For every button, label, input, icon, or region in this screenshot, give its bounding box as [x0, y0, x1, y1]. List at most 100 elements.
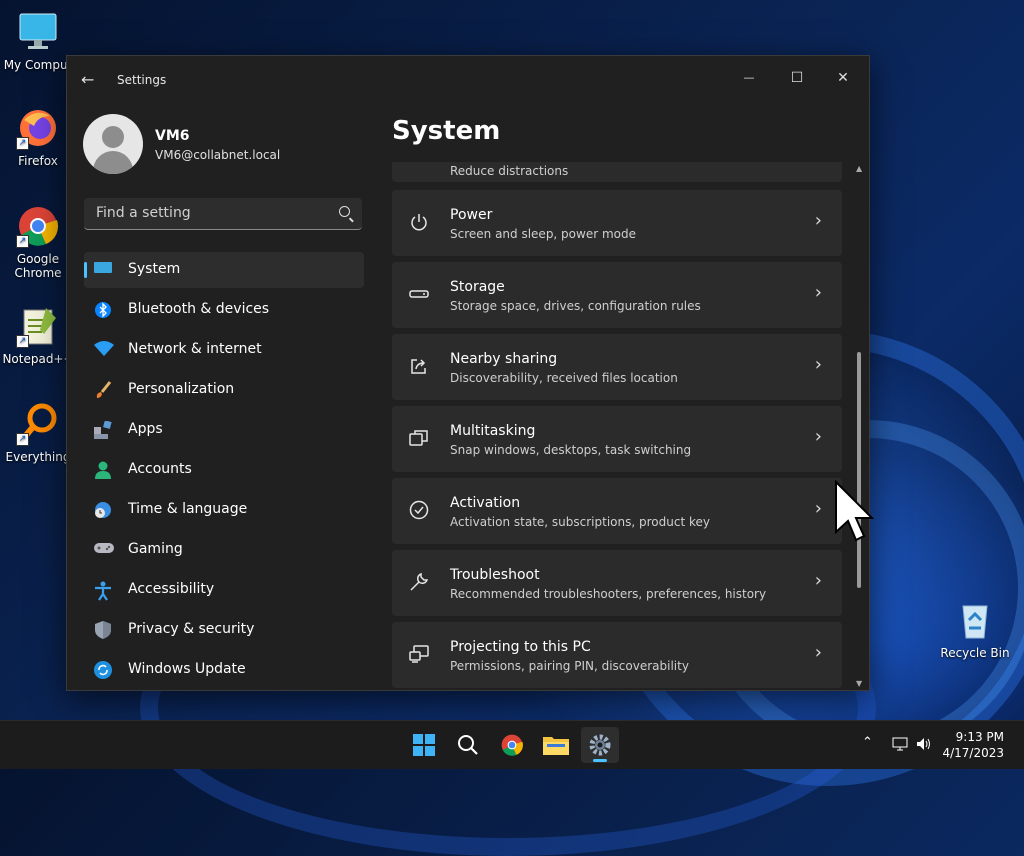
- nav-item-apps[interactable]: Apps: [84, 412, 364, 448]
- nav-item-label: System: [128, 261, 181, 277]
- desktop-icon-my-computer[interactable]: My Comput: [0, 10, 76, 72]
- chevron-right-icon: ›: [814, 498, 822, 519]
- settings-window: ← Settings — ☐ ✕ VM6 VM6@collabnet.local…: [66, 55, 870, 691]
- card-power[interactable]: Power Screen and sleep, power mode ›: [392, 190, 842, 256]
- scroll-down-arrow-icon[interactable]: ▼: [856, 679, 862, 688]
- nav-item-accounts[interactable]: Accounts: [84, 452, 364, 488]
- card-subtitle: Discoverability, received files location: [450, 371, 678, 385]
- card-title: Multitasking: [450, 423, 536, 439]
- chevron-right-icon: ›: [814, 426, 822, 447]
- clock-time: 9:13 PM: [955, 730, 1004, 744]
- search-taskbar-button[interactable]: [449, 727, 487, 763]
- window-title: Settings: [117, 73, 167, 87]
- nav-item-accessibility[interactable]: Accessibility: [84, 572, 364, 608]
- file-explorer-taskbar-button[interactable]: [537, 727, 575, 763]
- card-troubleshoot[interactable]: Troubleshoot Recommended troubleshooters…: [392, 550, 842, 616]
- card-multitasking[interactable]: Multitasking Snap windows, desktops, tas…: [392, 406, 842, 472]
- chevron-right-icon: ›: [814, 354, 822, 375]
- card-title: Troubleshoot: [450, 567, 540, 583]
- card-activation[interactable]: Activation Activation state, subscriptio…: [392, 478, 842, 544]
- minimize-button[interactable]: —: [735, 66, 763, 90]
- nav-item-label: Windows Update: [128, 661, 246, 677]
- card-title: Power: [450, 207, 493, 223]
- search-input[interactable]: [94, 204, 328, 222]
- chrome-icon: ↗: [16, 204, 60, 248]
- desktop-icon-label: Firefox: [18, 154, 58, 168]
- chevron-up-icon[interactable]: ⌃: [862, 735, 873, 750]
- nav-list: System Bluetooth & devices Network & int…: [84, 252, 364, 692]
- card-title: Projecting to this PC: [450, 639, 591, 655]
- shield-icon: [94, 621, 112, 639]
- clock-date: 4/17/2023: [942, 746, 1004, 760]
- desktop-icon-google-chrome[interactable]: ↗ Google Chrome: [0, 204, 76, 280]
- desktop-icon-everything[interactable]: ↗ Everything: [0, 402, 76, 464]
- nav-item-bluetooth[interactable]: Bluetooth & devices: [84, 292, 364, 328]
- start-button[interactable]: [405, 727, 443, 763]
- card-title: Nearby sharing: [450, 351, 558, 367]
- nav-item-gaming[interactable]: Gaming: [84, 532, 364, 568]
- maximize-button[interactable]: ☐: [783, 66, 811, 90]
- card-subtitle: Screen and sleep, power mode: [450, 227, 636, 241]
- nav-item-label: Gaming: [128, 541, 183, 557]
- nav-item-label: Network & internet: [128, 341, 262, 357]
- desktop-icon-label: Google Chrome: [14, 252, 62, 280]
- multitasking-icon: [408, 428, 430, 450]
- volume-icon[interactable]: [916, 736, 932, 756]
- desktop-icon-firefox[interactable]: ↗ Firefox: [0, 106, 76, 168]
- desktop-icon-label: Notepad++: [2, 352, 74, 366]
- chevron-right-icon: ›: [814, 210, 822, 231]
- back-arrow-icon[interactable]: ←: [81, 70, 94, 89]
- card-subtitle: Storage space, drives, configuration rul…: [450, 299, 701, 313]
- monitor-icon: [16, 10, 60, 54]
- nav-item-windows-update[interactable]: Windows Update: [84, 652, 364, 688]
- taskbar: ⌃ 9:13 PM 4/17/2023: [0, 720, 1024, 769]
- scrollbar[interactable]: ▲ ▼: [855, 162, 865, 688]
- nav-item-label: Bluetooth & devices: [128, 301, 270, 317]
- chevron-right-icon: ›: [814, 642, 822, 663]
- sidebar: VM6 VM6@collabnet.local System Bluetooth…: [67, 106, 377, 690]
- nav-item-time-language[interactable]: Time & language: [84, 492, 364, 528]
- nav-item-system[interactable]: System: [84, 252, 364, 288]
- main-content: System Reduce distractions Power Screen …: [377, 106, 869, 690]
- system-clock[interactable]: 9:13 PM 4/17/2023: [942, 729, 1004, 761]
- notepad-plus-plus-icon: ↗: [16, 304, 60, 348]
- nav-item-personalization[interactable]: Personalization: [84, 372, 364, 408]
- scrollbar-thumb[interactable]: [857, 352, 861, 588]
- settings-taskbar-button[interactable]: [581, 727, 619, 763]
- card-projecting[interactable]: Projecting to this PC Permissions, pairi…: [392, 622, 842, 688]
- nav-item-label: Time & language: [128, 501, 248, 517]
- shortcut-arrow-icon: ↗: [16, 433, 29, 446]
- card-subtitle: Activation state, subscriptions, product…: [450, 515, 710, 529]
- gear-icon: [589, 734, 611, 756]
- search-icon[interactable]: [339, 206, 350, 217]
- card-storage[interactable]: Storage Storage space, drives, configura…: [392, 262, 842, 328]
- shortcut-arrow-icon: ↗: [16, 335, 29, 348]
- nav-item-label: Privacy & security: [128, 621, 255, 637]
- card-subtitle: Reduce distractions: [450, 164, 569, 178]
- recycle-bin-icon: [953, 598, 997, 642]
- folder-icon: [543, 737, 569, 755]
- system-icon: [94, 261, 112, 279]
- card-subtitle: Recommended troubleshooters, preferences…: [450, 587, 767, 601]
- power-icon: [408, 212, 430, 234]
- desktop-icon-recycle-bin[interactable]: Recycle Bin: [937, 598, 1013, 660]
- card-focus-partial[interactable]: Reduce distractions: [392, 162, 842, 182]
- checkmark-circle-icon: [408, 500, 430, 522]
- scroll-up-arrow-icon[interactable]: ▲: [856, 164, 862, 173]
- card-subtitle: Permissions, pairing PIN, discoverabilit…: [450, 659, 689, 673]
- desktop-icon-label: My Comput: [3, 58, 73, 72]
- update-icon: [94, 661, 112, 679]
- storage-icon: [408, 284, 430, 306]
- chrome-taskbar-button[interactable]: [493, 727, 531, 763]
- network-icon[interactable]: [892, 736, 908, 756]
- close-button[interactable]: ✕: [829, 66, 857, 90]
- apps-icon: [94, 420, 112, 439]
- wifi-icon: [94, 341, 114, 359]
- user-profile[interactable]: VM6 VM6@collabnet.local: [83, 114, 373, 178]
- desktop-icon-notepad-plus-plus[interactable]: ↗ Notepad++: [0, 304, 76, 366]
- nav-item-privacy-security[interactable]: Privacy & security: [84, 612, 364, 648]
- desktop-icon-label: Everything: [5, 450, 71, 464]
- nav-item-network[interactable]: Network & internet: [84, 332, 364, 368]
- share-icon: [408, 356, 430, 378]
- card-nearby-sharing[interactable]: Nearby sharing Discoverability, received…: [392, 334, 842, 400]
